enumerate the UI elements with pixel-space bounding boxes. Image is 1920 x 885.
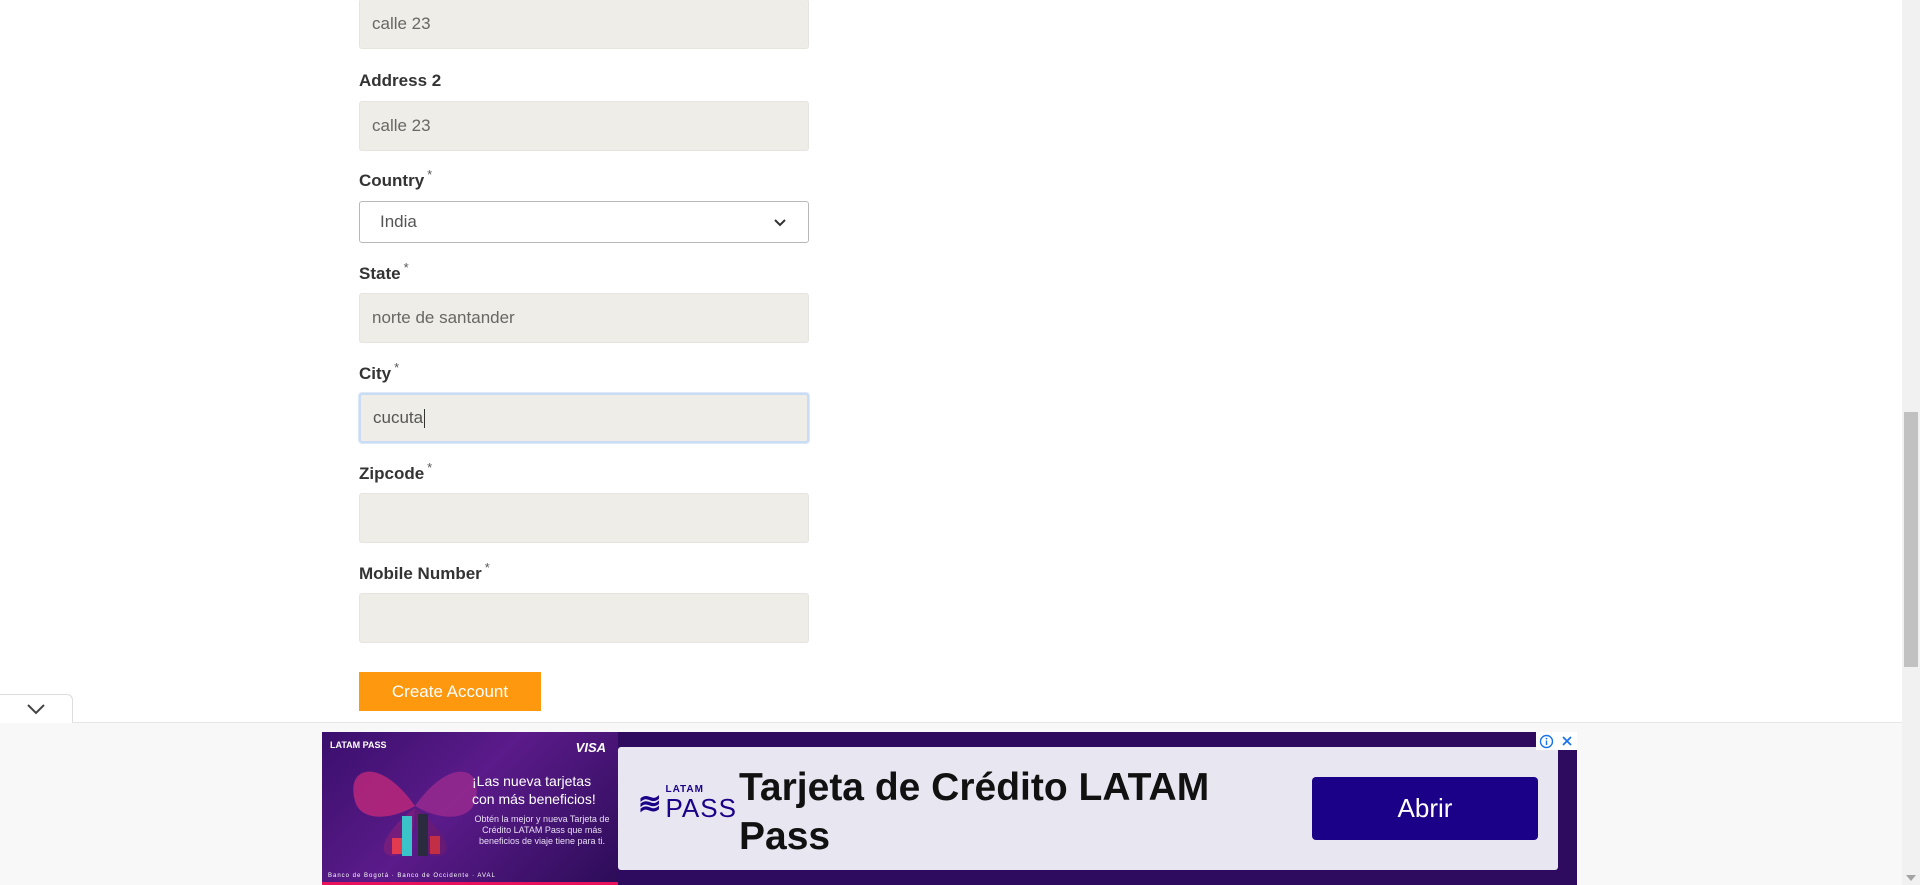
city-input[interactable]: cucuta	[359, 393, 809, 443]
create-account-button[interactable]: Create Account	[359, 672, 541, 711]
vertical-scrollbar[interactable]	[1902, 0, 1920, 885]
close-icon[interactable]	[1560, 734, 1574, 748]
required-mark: *	[394, 360, 400, 375]
chevron-down-icon	[27, 704, 45, 715]
logo-big-text: PASS	[665, 793, 737, 823]
address2-input[interactable]: calle 23	[359, 101, 809, 151]
mobile-label-text: Mobile Number	[359, 564, 482, 583]
scroll-down-arrow-icon[interactable]	[1906, 875, 1916, 881]
address2-value: calle 23	[372, 116, 431, 135]
mobile-label: Mobile Number *	[359, 560, 490, 584]
required-mark: *	[403, 260, 409, 275]
zipcode-label: Zipcode *	[359, 460, 432, 484]
chevron-down-icon	[774, 219, 786, 227]
state-label: State *	[359, 260, 409, 284]
required-mark: *	[484, 560, 490, 575]
city-value: cucuta	[373, 408, 424, 427]
visa-logo: VISA	[575, 740, 606, 755]
state-input[interactable]: norte de santander	[359, 293, 809, 343]
zipcode-label-text: Zipcode	[359, 464, 425, 483]
address2-label-text: Address 2	[359, 71, 442, 90]
country-selected-value: India	[380, 212, 417, 231]
ad-headline: ¡Las nueva tarjetas con más beneficios!	[472, 773, 596, 807]
ad-subtext: Obtén la mejor y nueva Tarjeta de Crédit…	[474, 814, 610, 846]
butterfly-illustration	[353, 771, 477, 856]
state-value: norte de santander	[372, 308, 515, 327]
mobile-input[interactable]	[359, 593, 809, 643]
ad-bank-logos: Banco de Bogotá · Banco de Occidente · A…	[328, 873, 496, 879]
ad-title[interactable]: Tarjeta de Crédito LATAM Pass	[739, 763, 1259, 861]
info-icon[interactable]	[1539, 734, 1554, 749]
ad-controls	[1536, 732, 1577, 750]
zipcode-input[interactable]	[359, 493, 809, 543]
country-label: Country *	[359, 167, 432, 191]
state-label-text: State	[359, 264, 401, 283]
address1-input[interactable]: calle 23	[359, 0, 809, 49]
latam-pass-logo: ≋ LATAM PASS	[638, 785, 737, 823]
ad-banner[interactable]: LATAM PASS VISA ¡Las nueva tarjetas con …	[322, 732, 1577, 885]
ad-open-button[interactable]: Abrir	[1312, 777, 1538, 840]
ad-collapse-button[interactable]	[0, 694, 73, 723]
ad-card[interactable]: ≋ LATAM PASS Tarjeta de Crédito LATAM Pa…	[618, 747, 1558, 870]
scrollbar-thumb[interactable]	[1904, 412, 1918, 667]
page: calle 23 Address 2 calle 23 Country * Ind…	[0, 0, 1920, 885]
country-select[interactable]: India	[359, 201, 809, 243]
address1-value: calle 23	[372, 14, 431, 33]
address2-label: Address 2	[359, 71, 441, 91]
text-cursor	[424, 408, 426, 428]
latam-mark-icon: ≋	[638, 787, 662, 819]
city-label: City *	[359, 360, 399, 384]
city-label-text: City	[359, 364, 392, 383]
ad-creative-image[interactable]: LATAM PASS VISA ¡Las nueva tarjetas con …	[322, 732, 618, 885]
country-label-text: Country	[359, 171, 425, 190]
required-mark: *	[427, 460, 433, 475]
required-mark: *	[427, 167, 433, 182]
